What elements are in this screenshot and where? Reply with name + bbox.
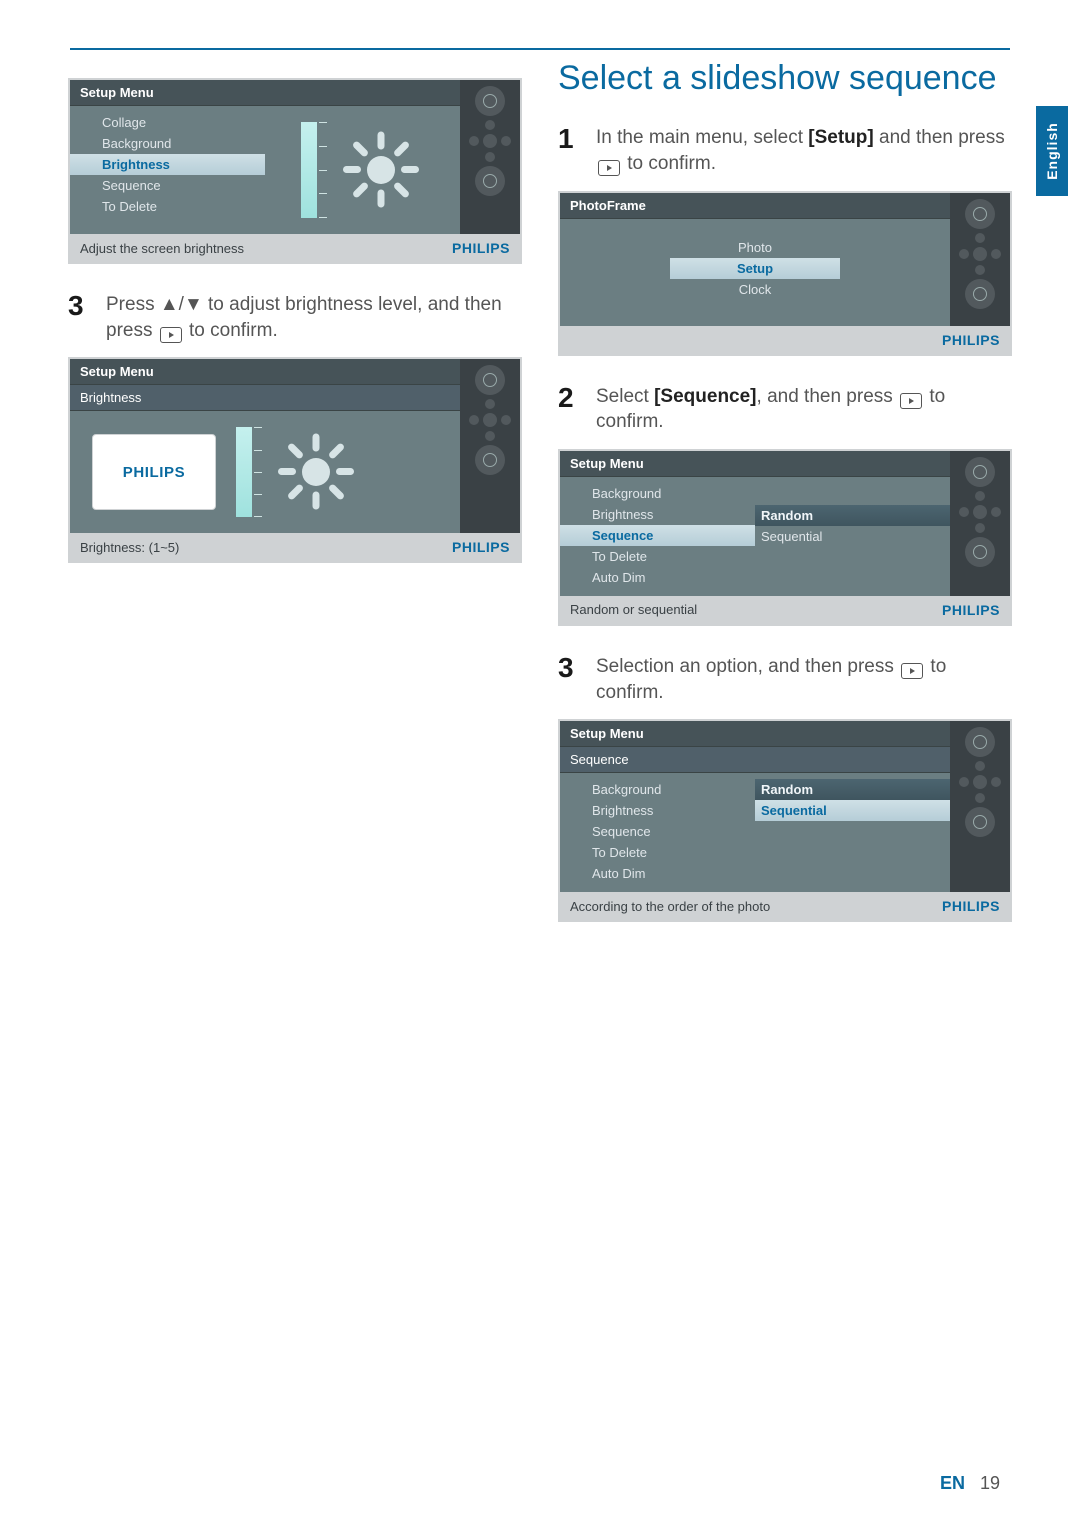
menu-item: To Delete xyxy=(70,196,265,217)
submenu-item-selected: Sequential xyxy=(755,800,950,821)
menu-icon xyxy=(965,537,995,567)
menu-item: To Delete xyxy=(560,842,755,863)
device-screenshot-brightness-adjust: Setup Menu Brightness PHILIPS xyxy=(68,357,522,563)
device-side-buttons xyxy=(950,193,1010,326)
play-icon xyxy=(160,327,182,343)
device-hint-text: Brightness: (1~5) xyxy=(80,540,179,555)
play-icon xyxy=(900,393,922,409)
step-text: Press ▲/▼ to adjust brightness level, an… xyxy=(106,292,522,343)
menu-item-selected: Brightness xyxy=(70,154,265,175)
device-hint-text: According to the order of the photo xyxy=(570,899,770,914)
device-side-buttons xyxy=(460,80,520,234)
menu-item: Auto Dim xyxy=(560,863,755,884)
device-hint-bar: Adjust the screen brightness PHILIPS xyxy=(70,234,520,262)
play-icon xyxy=(598,160,620,176)
page-footer: EN 19 xyxy=(940,1473,1000,1494)
menu-item: Background xyxy=(560,779,755,800)
menu-item-selected: Setup xyxy=(670,258,840,279)
device-title: Setup Menu xyxy=(70,359,460,385)
menu-item: Sequence xyxy=(560,821,755,842)
dpad-icon xyxy=(469,120,511,162)
dpad-icon xyxy=(959,761,1001,803)
menu-item: Brightness xyxy=(560,504,755,525)
brightness-slider xyxy=(301,122,317,218)
device-screenshot-brightness-menu: Setup Menu Collage Background Brightness… xyxy=(68,78,522,264)
device-title: Setup Menu xyxy=(70,80,460,106)
step-text: In the main menu, select [Setup] and the… xyxy=(596,125,1012,176)
device-title: Setup Menu xyxy=(560,451,950,477)
brightness-icon xyxy=(272,428,360,516)
step-number: 2 xyxy=(558,384,582,435)
language-tab: English xyxy=(1036,106,1068,196)
step-2-right: 2 Select [Sequence], and then press to c… xyxy=(558,384,1012,435)
menu-icon xyxy=(475,445,505,475)
dpad-icon xyxy=(469,399,511,441)
step-text: Select [Sequence], and then press to con… xyxy=(596,384,1012,435)
play-icon xyxy=(901,663,923,679)
arrow-up-down-icon: ▲/▼ xyxy=(160,294,203,315)
device-screenshot-main-menu: PhotoFrame Photo Setup Clock PHILIPS xyxy=(558,191,1012,356)
power-icon xyxy=(475,365,505,395)
submenu-item: Random xyxy=(755,779,950,800)
step-text: Selection an option, and then press to c… xyxy=(596,654,1012,705)
power-icon xyxy=(475,86,505,116)
language-tab-label: English xyxy=(1044,122,1060,180)
menu-item: Photo xyxy=(670,237,840,258)
step-3-left: 3 Press ▲/▼ to adjust brightness level, … xyxy=(68,292,522,343)
brightness-icon xyxy=(337,126,425,214)
step-number: 3 xyxy=(558,654,582,705)
device-subtitle: Sequence xyxy=(560,747,950,773)
philips-logo: PHILIPS xyxy=(452,240,510,256)
menu-item-selected: Sequence xyxy=(560,525,755,546)
device-screenshot-sequence-menu: Setup Menu Background Brightness Sequenc… xyxy=(558,449,1012,626)
step-number: 3 xyxy=(68,292,92,343)
submenu-item: Sequential xyxy=(755,526,950,547)
device-hint-text: Random or sequential xyxy=(570,602,697,617)
footer-page-number: 19 xyxy=(980,1473,1000,1493)
submenu-item-selected: Random xyxy=(755,505,950,526)
philips-logo: PHILIPS xyxy=(942,332,1000,348)
menu-icon xyxy=(965,279,995,309)
philips-logo-box: PHILIPS xyxy=(92,434,216,510)
device-hint-bar: Brightness: (1~5) PHILIPS xyxy=(70,533,520,561)
device-hint-text: Adjust the screen brightness xyxy=(80,241,244,256)
power-icon xyxy=(965,457,995,487)
philips-logo: PHILIPS xyxy=(452,539,510,555)
device-side-buttons xyxy=(950,721,1010,892)
device-side-buttons xyxy=(460,359,520,533)
menu-item: Brightness xyxy=(560,800,755,821)
device-title: PhotoFrame xyxy=(560,193,950,219)
device-hint-bar: According to the order of the photo PHIL… xyxy=(560,892,1010,920)
step-number: 1 xyxy=(558,125,582,176)
device-subtitle: Brightness xyxy=(70,385,460,411)
brightness-slider xyxy=(236,427,252,517)
footer-lang: EN xyxy=(940,1473,965,1493)
step-3-right: 3 Selection an option, and then press to… xyxy=(558,654,1012,705)
menu-item: Background xyxy=(560,483,755,504)
menu-icon xyxy=(475,166,505,196)
dpad-icon xyxy=(959,233,1001,275)
power-icon xyxy=(965,199,995,229)
menu-item: Collage xyxy=(70,112,265,133)
menu-item: Clock xyxy=(670,279,840,300)
menu-item: Sequence xyxy=(70,175,265,196)
power-icon xyxy=(965,727,995,757)
philips-logo: PHILIPS xyxy=(942,898,1000,914)
philips-logo: PHILIPS xyxy=(942,602,1000,618)
device-hint-bar: Random or sequential PHILIPS xyxy=(560,596,1010,624)
step-1-right: 1 In the main menu, select [Setup] and t… xyxy=(558,125,1012,176)
menu-item: Auto Dim xyxy=(560,567,755,588)
page-top-rule xyxy=(70,48,1010,50)
menu-icon xyxy=(965,807,995,837)
device-title: Setup Menu xyxy=(560,721,950,747)
device-hint-bar: PHILIPS xyxy=(560,326,1010,354)
dpad-icon xyxy=(959,491,1001,533)
section-heading: Select a slideshow sequence xyxy=(558,60,1012,97)
device-side-buttons xyxy=(950,451,1010,596)
device-screenshot-sequence-option: Setup Menu Sequence Background Brightnes… xyxy=(558,719,1012,922)
menu-item: Background xyxy=(70,133,265,154)
menu-item: To Delete xyxy=(560,546,755,567)
